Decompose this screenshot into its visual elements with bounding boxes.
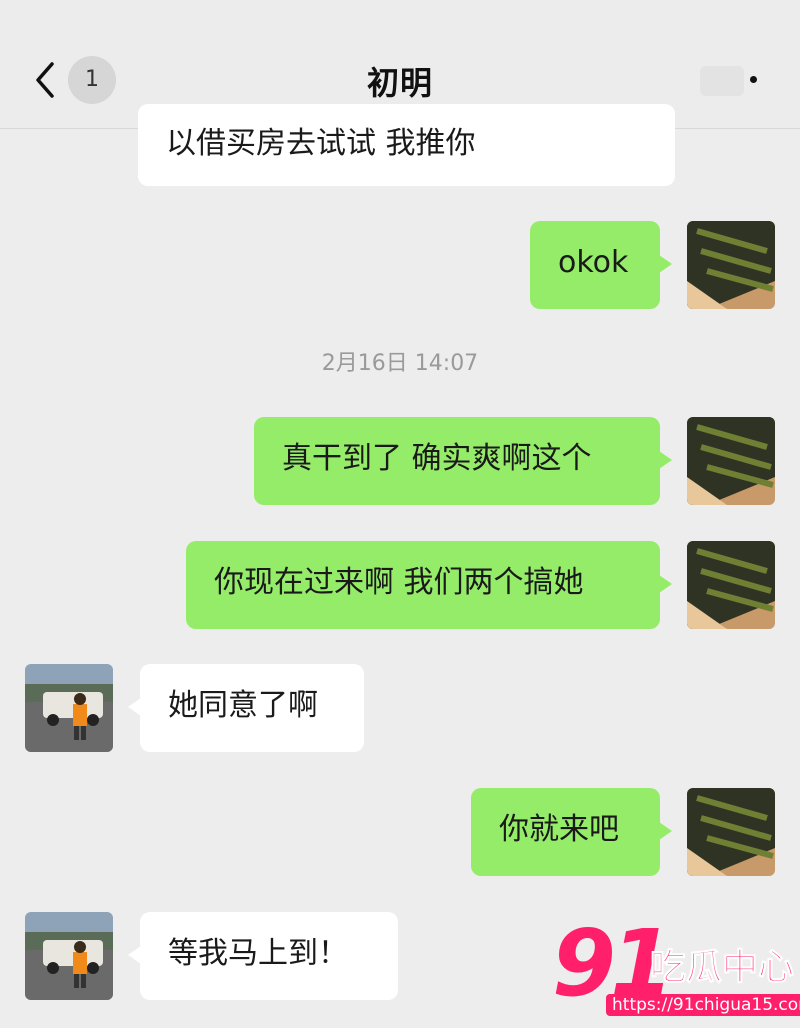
message-bubble-incoming[interactable]: 以借买房去试试 我推你 (138, 104, 675, 186)
avatar-image (25, 912, 113, 1000)
more-dots-icon (750, 76, 757, 83)
message-text: 真干到了 确实爽啊这个 (282, 441, 592, 476)
avatar-image (687, 417, 775, 505)
message-bubble-outgoing[interactable]: okok (530, 221, 672, 309)
message-text: 等我马上到！ (168, 936, 348, 971)
avatar-image (687, 221, 775, 309)
watermark-name: 吃瓜中心 (649, 947, 795, 989)
blurred-area (700, 66, 744, 96)
message-bubble-outgoing[interactable]: 你现在过来啊 我们两个搞她 (186, 541, 672, 629)
chat-title: 初明 (366, 64, 433, 102)
contact-avatar[interactable] (25, 664, 113, 752)
message-bubble-outgoing[interactable]: 你就来吧 (471, 788, 672, 876)
self-avatar[interactable] (687, 541, 775, 629)
message-bubble-incoming[interactable]: 她同意了啊 (128, 664, 364, 752)
message-text: okok (558, 245, 629, 280)
self-avatar[interactable] (687, 417, 775, 505)
avatar-image (687, 788, 775, 876)
avatar-image (25, 664, 113, 752)
message-bubble-outgoing[interactable]: 真干到了 确实爽啊这个 (254, 417, 672, 505)
more-button[interactable] (700, 62, 770, 100)
message-text: 你就来吧 (499, 812, 619, 847)
self-avatar[interactable] (687, 788, 775, 876)
message-timestamp: 2月16日 14:07 (321, 351, 479, 376)
message-text: 她同意了啊 (168, 688, 318, 723)
message-bubble-incoming[interactable]: 等我马上到！ (128, 912, 398, 1000)
message-text: 你现在过来啊 我们两个搞她 (214, 565, 584, 600)
message-text: 以借买房去试试 我推你 (166, 126, 476, 161)
contact-avatar[interactable] (25, 912, 113, 1000)
watermark-logo: 91 吃瓜中心 https://91chigua15.com (550, 910, 800, 1028)
watermark-url: https://91chigua15.com (606, 994, 800, 1016)
self-avatar[interactable] (687, 221, 775, 309)
avatar-image (687, 541, 775, 629)
